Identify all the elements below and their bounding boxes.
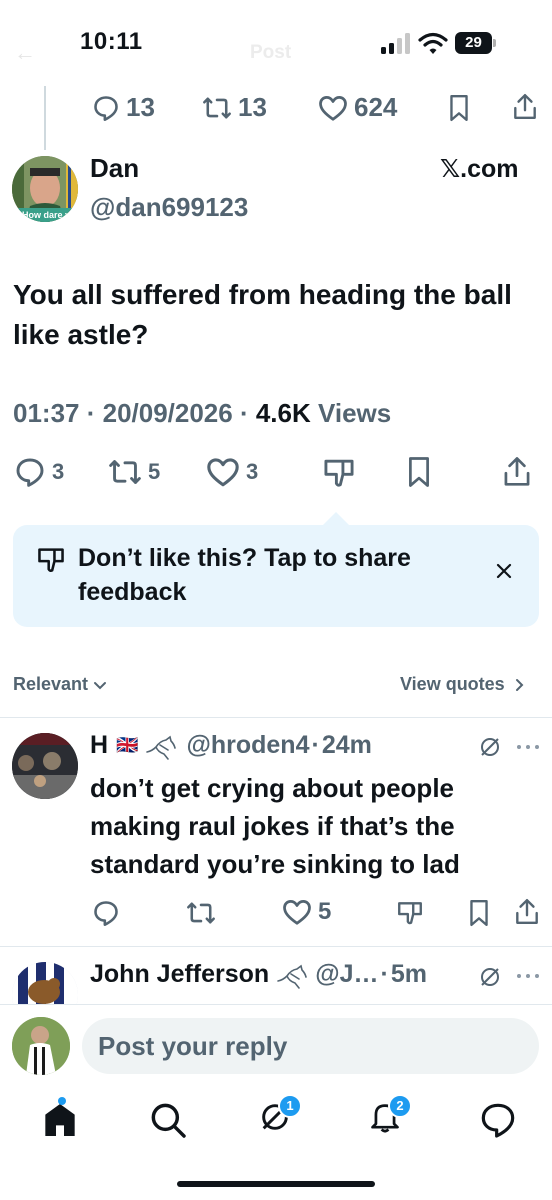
more-icon[interactable] [516, 973, 540, 979]
parent-repost-count: 13 [238, 92, 267, 122]
more-icon[interactable] [516, 744, 540, 750]
like-icon [319, 95, 347, 121]
reply-like-count: 5 [318, 898, 332, 925]
parent-reply-button[interactable]: 13 [92, 92, 155, 123]
status-time: 10:11 [80, 28, 143, 55]
reply-author-name[interactable]: John Jefferson [90, 960, 269, 989]
reply-count: 3 [52, 459, 65, 484]
notifications-badge: 2 [388, 1094, 412, 1118]
chevron-right-icon [515, 678, 524, 691]
status-bar: ← Post 10:11 29 [0, 0, 552, 90]
reply-separator: · [311, 731, 320, 759]
repost-icon[interactable] [186, 899, 216, 927]
reply-handle[interactable]: @J… [315, 960, 378, 989]
reply-separator: · [380, 960, 389, 988]
battery-icon: 29 [455, 32, 497, 54]
notifications-tab[interactable]: 2 [368, 1094, 412, 1140]
signal-icon [381, 33, 410, 54]
feedback-caret [322, 512, 350, 526]
author-name[interactable]: Dan [90, 153, 139, 184]
dislike-icon[interactable] [396, 900, 424, 926]
parent-like-count: 624 [354, 92, 398, 122]
reply-handle[interactable]: @hroden4 [186, 731, 309, 760]
wifi-icon [418, 32, 448, 54]
tweet-timestamp: 01:37 · 20/09/2026 · [13, 398, 256, 428]
back-arrow-icon[interactable]: ← [14, 40, 36, 66]
reply-author-name[interactable]: H [90, 731, 108, 760]
share-icon[interactable] [514, 898, 540, 926]
reply-icon[interactable] [92, 899, 120, 927]
repost-icon [109, 460, 141, 484]
parent-like-button[interactable]: 624 [318, 92, 397, 123]
reply-text: don’t get crying about people making rau… [90, 773, 460, 879]
home-unread-dot [58, 1097, 66, 1105]
reply-avatar[interactable] [12, 733, 78, 799]
reply-header: H 🇬🇧 @hroden4 · 24m [90, 731, 372, 760]
reply-button[interactable]: 3 [14, 456, 64, 488]
avatar-photo [12, 1017, 70, 1075]
avatar-photo [12, 733, 78, 799]
bookmark-icon[interactable] [468, 899, 490, 927]
bird-icon [146, 735, 177, 760]
sort-relevant-dropdown[interactable]: Relevant [13, 674, 108, 695]
search-icon[interactable] [148, 1100, 188, 1140]
grok-badge: 1 [278, 1094, 302, 1118]
like-icon [207, 458, 239, 487]
like-count: 3 [246, 459, 259, 484]
sort-relevant-label: Relevant [13, 674, 89, 694]
repost-button[interactable]: 5 [108, 456, 160, 488]
flag-icon: 🇬🇧 [116, 735, 139, 755]
share-icon[interactable] [502, 456, 532, 488]
avatar-caption: How dare y [22, 210, 71, 220]
reply-time: 24m [321, 731, 372, 759]
divider [0, 946, 552, 947]
header-title: Post [250, 42, 292, 63]
views-count: 4.6K [255, 398, 311, 428]
share-icon[interactable] [512, 93, 538, 121]
divider [0, 717, 552, 718]
battery-level: 29 [465, 34, 482, 51]
chevron-down-icon [94, 681, 107, 689]
like-button[interactable]: 3 [206, 456, 258, 488]
parent-repost-button[interactable]: 13 [202, 92, 267, 123]
view-quotes-link[interactable]: View quotes [400, 674, 527, 695]
tweet-meta: 01:37 · 20/09/2026 · 4.6K Views [13, 398, 391, 429]
dislike-icon [38, 548, 64, 573]
bird-icon [277, 964, 308, 989]
dislike-icon[interactable] [322, 457, 356, 489]
reply-icon [16, 458, 44, 487]
source-label[interactable]: 𝕏.com [440, 154, 519, 184]
grok-tab[interactable]: 1 [258, 1094, 302, 1140]
like-icon [283, 900, 311, 925]
grok-icon[interactable] [478, 965, 502, 989]
parent-reply-count: 13 [126, 92, 155, 122]
thread-line [44, 86, 46, 150]
bookmark-icon[interactable] [448, 94, 470, 122]
reply-icon [94, 95, 118, 121]
grok-icon[interactable] [478, 735, 502, 759]
repost-count: 5 [148, 459, 161, 484]
reply-time: 5m [390, 960, 427, 988]
author-handle[interactable]: @dan699123 [90, 192, 248, 223]
home-icon[interactable] [40, 1100, 80, 1140]
bookmark-icon[interactable] [406, 456, 432, 488]
repost-icon [203, 97, 231, 118]
home-indicator [177, 1181, 375, 1187]
tweet-text: You all suffered from heading the ball l… [13, 279, 512, 350]
view-quotes-label: View quotes [400, 674, 505, 694]
reply-header: John Jefferson @J… · 5m [90, 960, 427, 989]
reply-like-button[interactable]: 5 [282, 898, 331, 926]
views-label: Views [310, 398, 392, 428]
close-icon[interactable] [496, 563, 512, 579]
my-avatar[interactable] [12, 1017, 70, 1075]
feedback-text[interactable]: Don’t like this? Tap to share feedback [78, 541, 438, 609]
author-avatar[interactable]: How dare y [12, 156, 78, 222]
reply-input[interactable] [82, 1018, 539, 1074]
messages-icon[interactable] [478, 1100, 518, 1140]
